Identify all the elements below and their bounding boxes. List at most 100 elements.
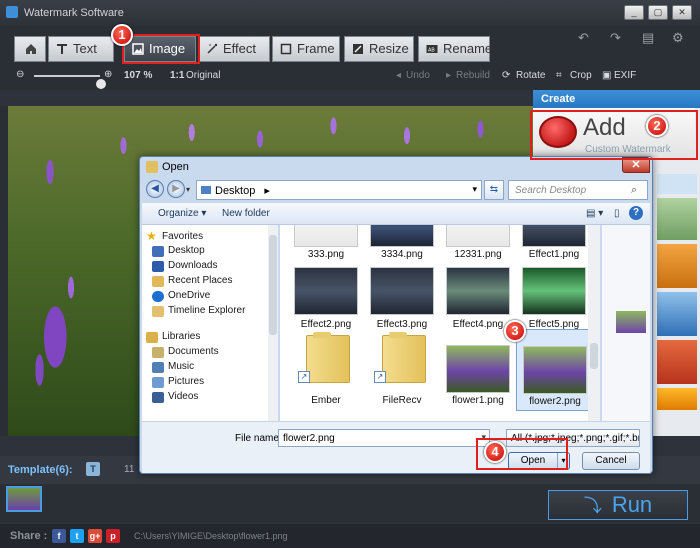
folder-icon: ↗ [294, 332, 358, 383]
back-button[interactable]: ◀ [146, 180, 164, 198]
nav-music[interactable]: Music [152, 361, 194, 375]
command-bar: Organize ▾ New folder ▤ ▾ ▯ ? [142, 203, 650, 225]
rebuild-icon: ▸ [446, 70, 452, 81]
share-label: Share : [10, 530, 48, 542]
close-button[interactable]: ✕ [672, 5, 692, 20]
nav-scrollbar[interactable] [268, 225, 278, 421]
file-thumbnail [370, 267, 434, 315]
nav-scroll-thumb[interactable] [269, 235, 277, 335]
tab-effect[interactable]: Effect [198, 36, 270, 62]
file-name-input[interactable]: flower2.png ▾ [278, 429, 490, 447]
nav-pictures[interactable]: Pictures [152, 376, 205, 390]
step-badge-1: 1 [111, 24, 133, 46]
nav-libraries[interactable]: Libraries [146, 331, 200, 345]
run-button[interactable]: ⤵ Run [548, 490, 688, 520]
template-text-icon[interactable]: T [86, 462, 100, 476]
preset-badge[interactable] [657, 388, 697, 410]
file-name: Effect2.png [300, 319, 352, 330]
nav-onedrive[interactable]: OneDrive [152, 290, 210, 304]
zoom-slider[interactable] [34, 75, 106, 89]
minimize-button[interactable]: _ [624, 5, 644, 20]
refresh-button[interactable]: ⇆ [484, 180, 504, 200]
canvas-left-strip [0, 106, 8, 436]
documents-icon [152, 347, 164, 358]
preset-ribbon[interactable] [657, 198, 697, 240]
history-dropdown-icon[interactable]: ▾ [186, 185, 190, 194]
preset-cookie[interactable] [657, 244, 697, 288]
rebuild-button[interactable]: Rebuild [456, 70, 490, 81]
preset-tab[interactable] [657, 174, 697, 194]
template-label: Template(6): [8, 464, 73, 476]
view-options-icon[interactable]: ▤ ▾ [586, 208, 603, 219]
cancel-button[interactable]: Cancel [582, 452, 640, 470]
file-thumbnail [523, 346, 587, 394]
tab-frame[interactable]: Frame [272, 36, 340, 62]
preset-disc[interactable] [657, 340, 697, 384]
nav-timeline-explorer[interactable]: Timeline Explorer [152, 305, 245, 319]
nav-documents[interactable]: Documents [152, 346, 219, 360]
file-name: flower1.png [452, 395, 504, 406]
file-name-label: File name: [235, 433, 282, 444]
tab-resize[interactable]: Resize [344, 36, 414, 62]
preset-envelope[interactable] [657, 292, 697, 336]
maximize-button[interactable]: ▢ [648, 5, 668, 20]
folder-icon [152, 306, 164, 317]
original-size-icon[interactable]: 1:1 [170, 70, 184, 81]
google-plus-icon[interactable]: g+ [88, 529, 102, 543]
open-file-dialog: Open ✕ ◀ ▶ ▾ Desktop ▸ ▾ ⇆ Search Deskto… [139, 156, 653, 474]
zoom-in-icon[interactable]: ⊕ [104, 69, 112, 80]
nav-desktop[interactable]: Desktop [152, 245, 205, 259]
file-name: flower2.png [529, 396, 581, 407]
tab-text[interactable]: Text [48, 36, 114, 62]
tab-home[interactable] [14, 36, 46, 62]
address-bar[interactable]: Desktop ▸ ▾ [196, 180, 482, 200]
nav-videos[interactable]: Videos [152, 391, 198, 405]
redo-history-icon[interactable]: ↷ [610, 30, 621, 46]
file-name-value: flower2.png [283, 433, 335, 444]
organize-button[interactable]: Organize ▾ [158, 208, 206, 219]
videos-icon [152, 392, 164, 403]
help-icon[interactable]: ? [629, 206, 643, 220]
settings-icon[interactable]: ⚙ [672, 30, 684, 46]
zoom-level: 107 % [124, 70, 153, 81]
file-item-flower2-selected[interactable]: flower2.png [516, 329, 592, 411]
facebook-icon[interactable]: f [52, 529, 66, 543]
forward-button[interactable]: ▶ [167, 180, 185, 198]
undo-icon: ◂ [396, 70, 402, 81]
image-thumbnail[interactable] [6, 486, 42, 512]
address-dropdown-icon[interactable]: ▾ [472, 184, 477, 195]
new-folder-button[interactable]: New folder [222, 208, 270, 219]
folder-item-ember[interactable]: ↗ Ember [288, 331, 364, 419]
file-thumbnail [294, 225, 358, 247]
address-location: Desktop [215, 185, 256, 197]
preview-pane-icon[interactable]: ▯ [614, 208, 620, 219]
tab-rename[interactable]: AB Rename [418, 36, 492, 62]
share-bar: Share : f t g+ p C:\Users\YIMIGE\Desktop… [0, 524, 700, 548]
watermark-app: Watermark Software _ ▢ ✕ Text Image Effe… [0, 0, 700, 548]
search-input[interactable]: Search Desktop ⌕ [508, 180, 648, 200]
folder-item-filerecv[interactable]: ↗ FileRecv [364, 331, 440, 419]
original-size-button[interactable]: Original [186, 70, 220, 81]
pinterest-icon[interactable]: p [106, 529, 120, 543]
image-toolbar: ⊖ ⊕ 107 % 1:1 Original ◂ Undo ▸ Rebuild … [0, 66, 700, 90]
exif-button[interactable]: EXIF [614, 70, 636, 81]
file-scroll-thumb[interactable] [590, 343, 598, 369]
message-icon[interactable]: ▤ [642, 30, 654, 46]
crop-button[interactable]: Crop [570, 70, 592, 81]
nav-favorites[interactable]: ★ Favorites [146, 229, 203, 245]
nav-recent-places[interactable]: Recent Places [152, 275, 232, 289]
highlight-add-button [530, 110, 698, 160]
rotate-button[interactable]: Rotate [516, 70, 545, 81]
zoom-out-icon[interactable]: ⊖ [16, 69, 24, 80]
nav-downloads[interactable]: Downloads [152, 260, 217, 274]
zoom-slider-knob[interactable] [96, 79, 106, 89]
nav-documents-label: Documents [168, 346, 219, 357]
twitter-icon[interactable]: t [70, 529, 84, 543]
nav-pictures-label: Pictures [168, 376, 205, 387]
undo-history-icon[interactable]: ↶ [578, 30, 589, 46]
undo-button[interactable]: Undo [406, 70, 430, 81]
file-list-scrollbar[interactable] [588, 225, 600, 421]
file-item-flower1[interactable]: flower1.png [440, 331, 516, 419]
desktop-icon [152, 246, 164, 257]
svg-text:AB: AB [428, 48, 435, 54]
